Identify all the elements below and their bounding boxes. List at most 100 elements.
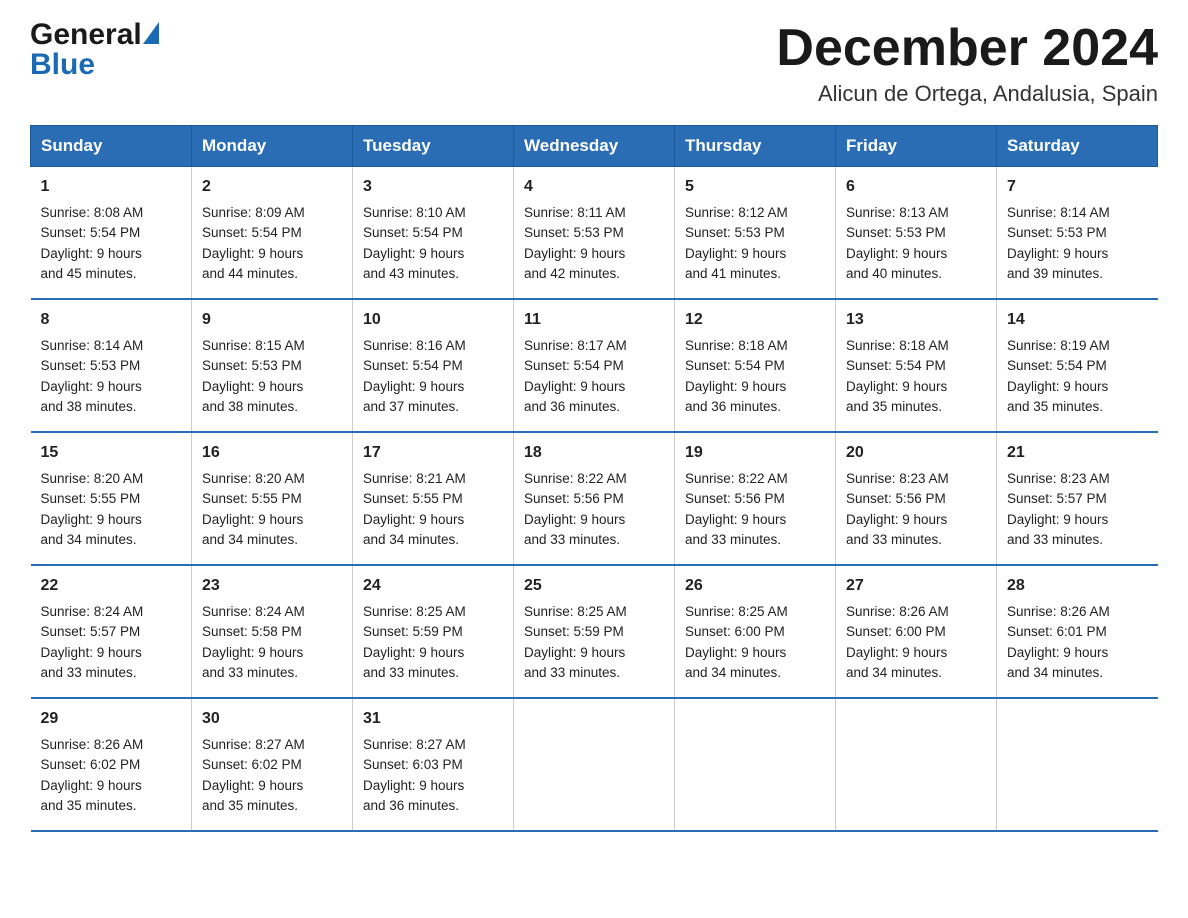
calendar-day-cell xyxy=(514,698,675,831)
daylight-text: Daylight: 9 hours xyxy=(1007,246,1108,261)
sunrise-text: Sunrise: 8:25 AM xyxy=(524,604,627,619)
day-number: 17 xyxy=(363,441,503,465)
daylight-text: Daylight: 9 hours xyxy=(363,379,464,394)
header-friday: Friday xyxy=(836,126,997,167)
daylight-text: Daylight: 9 hours xyxy=(202,512,303,527)
sunrise-text: Sunrise: 8:27 AM xyxy=(363,737,466,752)
sunset-text: Sunset: 5:59 PM xyxy=(524,624,624,639)
sunrise-text: Sunrise: 8:23 AM xyxy=(1007,471,1110,486)
sunrise-text: Sunrise: 8:25 AM xyxy=(685,604,788,619)
day-number: 21 xyxy=(1007,441,1148,465)
sunrise-text: Sunrise: 8:15 AM xyxy=(202,338,305,353)
sunrise-text: Sunrise: 8:27 AM xyxy=(202,737,305,752)
calendar-day-cell: 23 Sunrise: 8:24 AM Sunset: 5:58 PM Dayl… xyxy=(192,565,353,698)
day-number: 1 xyxy=(41,175,182,199)
day-number: 24 xyxy=(363,574,503,598)
sunset-text: Sunset: 6:02 PM xyxy=(41,757,141,772)
sunrise-text: Sunrise: 8:24 AM xyxy=(202,604,305,619)
calendar-day-cell: 6 Sunrise: 8:13 AM Sunset: 5:53 PM Dayli… xyxy=(836,167,997,300)
daylight-minutes-text: and 42 minutes. xyxy=(524,266,620,281)
sunset-text: Sunset: 6:01 PM xyxy=(1007,624,1107,639)
daylight-text: Daylight: 9 hours xyxy=(202,778,303,793)
sunrise-text: Sunrise: 8:21 AM xyxy=(363,471,466,486)
daylight-text: Daylight: 9 hours xyxy=(1007,645,1108,660)
sunrise-text: Sunrise: 8:09 AM xyxy=(202,205,305,220)
daylight-text: Daylight: 9 hours xyxy=(1007,512,1108,527)
sunrise-text: Sunrise: 8:20 AM xyxy=(202,471,305,486)
title-block: December 2024 Alicun de Ortega, Andalusi… xyxy=(776,20,1158,107)
daylight-text: Daylight: 9 hours xyxy=(202,379,303,394)
daylight-minutes-text: and 39 minutes. xyxy=(1007,266,1103,281)
daylight-minutes-text: and 36 minutes. xyxy=(363,798,459,813)
sunrise-text: Sunrise: 8:26 AM xyxy=(1007,604,1110,619)
calendar-day-cell: 11 Sunrise: 8:17 AM Sunset: 5:54 PM Dayl… xyxy=(514,299,675,432)
daylight-text: Daylight: 9 hours xyxy=(524,645,625,660)
daylight-text: Daylight: 9 hours xyxy=(363,778,464,793)
calendar-title: December 2024 xyxy=(776,20,1158,77)
day-number: 12 xyxy=(685,308,825,332)
daylight-text: Daylight: 9 hours xyxy=(363,246,464,261)
calendar-day-cell: 18 Sunrise: 8:22 AM Sunset: 5:56 PM Dayl… xyxy=(514,432,675,565)
daylight-minutes-text: and 36 minutes. xyxy=(524,399,620,414)
sunrise-text: Sunrise: 8:23 AM xyxy=(846,471,949,486)
day-number: 2 xyxy=(202,175,342,199)
sunset-text: Sunset: 5:54 PM xyxy=(846,358,946,373)
sunset-text: Sunset: 5:53 PM xyxy=(846,225,946,240)
daylight-text: Daylight: 9 hours xyxy=(846,512,947,527)
day-number: 3 xyxy=(363,175,503,199)
day-number: 20 xyxy=(846,441,986,465)
sunrise-text: Sunrise: 8:22 AM xyxy=(524,471,627,486)
sunrise-text: Sunrise: 8:19 AM xyxy=(1007,338,1110,353)
daylight-text: Daylight: 9 hours xyxy=(524,246,625,261)
calendar-week-row: 29 Sunrise: 8:26 AM Sunset: 6:02 PM Dayl… xyxy=(31,698,1158,831)
day-number: 7 xyxy=(1007,175,1148,199)
calendar-day-cell: 1 Sunrise: 8:08 AM Sunset: 5:54 PM Dayli… xyxy=(31,167,192,300)
daylight-minutes-text: and 33 minutes. xyxy=(524,532,620,547)
calendar-day-cell: 3 Sunrise: 8:10 AM Sunset: 5:54 PM Dayli… xyxy=(353,167,514,300)
calendar-day-cell: 27 Sunrise: 8:26 AM Sunset: 6:00 PM Dayl… xyxy=(836,565,997,698)
calendar-day-cell: 20 Sunrise: 8:23 AM Sunset: 5:56 PM Dayl… xyxy=(836,432,997,565)
day-number: 14 xyxy=(1007,308,1148,332)
sunrise-text: Sunrise: 8:22 AM xyxy=(685,471,788,486)
calendar-day-cell: 28 Sunrise: 8:26 AM Sunset: 6:01 PM Dayl… xyxy=(997,565,1158,698)
sunset-text: Sunset: 6:00 PM xyxy=(685,624,785,639)
sunrise-text: Sunrise: 8:08 AM xyxy=(41,205,144,220)
sunset-text: Sunset: 5:53 PM xyxy=(202,358,302,373)
calendar-week-row: 15 Sunrise: 8:20 AM Sunset: 5:55 PM Dayl… xyxy=(31,432,1158,565)
calendar-day-cell: 22 Sunrise: 8:24 AM Sunset: 5:57 PM Dayl… xyxy=(31,565,192,698)
daylight-text: Daylight: 9 hours xyxy=(202,246,303,261)
calendar-day-cell: 15 Sunrise: 8:20 AM Sunset: 5:55 PM Dayl… xyxy=(31,432,192,565)
daylight-text: Daylight: 9 hours xyxy=(363,512,464,527)
day-number: 8 xyxy=(41,308,182,332)
daylight-text: Daylight: 9 hours xyxy=(846,645,947,660)
calendar-day-cell: 7 Sunrise: 8:14 AM Sunset: 5:53 PM Dayli… xyxy=(997,167,1158,300)
calendar-day-cell xyxy=(997,698,1158,831)
daylight-minutes-text: and 34 minutes. xyxy=(846,665,942,680)
sunset-text: Sunset: 5:55 PM xyxy=(41,491,141,506)
daylight-text: Daylight: 9 hours xyxy=(685,512,786,527)
calendar-day-cell: 19 Sunrise: 8:22 AM Sunset: 5:56 PM Dayl… xyxy=(675,432,836,565)
day-number: 29 xyxy=(41,707,182,731)
daylight-text: Daylight: 9 hours xyxy=(202,645,303,660)
daylight-minutes-text: and 33 minutes. xyxy=(1007,532,1103,547)
daylight-minutes-text: and 41 minutes. xyxy=(685,266,781,281)
sunrise-text: Sunrise: 8:12 AM xyxy=(685,205,788,220)
daylight-minutes-text: and 45 minutes. xyxy=(41,266,137,281)
header-saturday: Saturday xyxy=(997,126,1158,167)
calendar-day-cell: 30 Sunrise: 8:27 AM Sunset: 6:02 PM Dayl… xyxy=(192,698,353,831)
day-number: 23 xyxy=(202,574,342,598)
day-number: 31 xyxy=(363,707,503,731)
daylight-text: Daylight: 9 hours xyxy=(41,379,142,394)
daylight-text: Daylight: 9 hours xyxy=(41,645,142,660)
daylight-text: Daylight: 9 hours xyxy=(41,778,142,793)
daylight-text: Daylight: 9 hours xyxy=(685,246,786,261)
sunset-text: Sunset: 5:57 PM xyxy=(41,624,141,639)
sunset-text: Sunset: 5:53 PM xyxy=(1007,225,1107,240)
daylight-text: Daylight: 9 hours xyxy=(846,379,947,394)
daylight-text: Daylight: 9 hours xyxy=(846,246,947,261)
sunrise-text: Sunrise: 8:14 AM xyxy=(1007,205,1110,220)
daylight-minutes-text: and 33 minutes. xyxy=(202,665,298,680)
daylight-minutes-text: and 34 minutes. xyxy=(41,532,137,547)
sunrise-text: Sunrise: 8:17 AM xyxy=(524,338,627,353)
daylight-minutes-text: and 43 minutes. xyxy=(363,266,459,281)
